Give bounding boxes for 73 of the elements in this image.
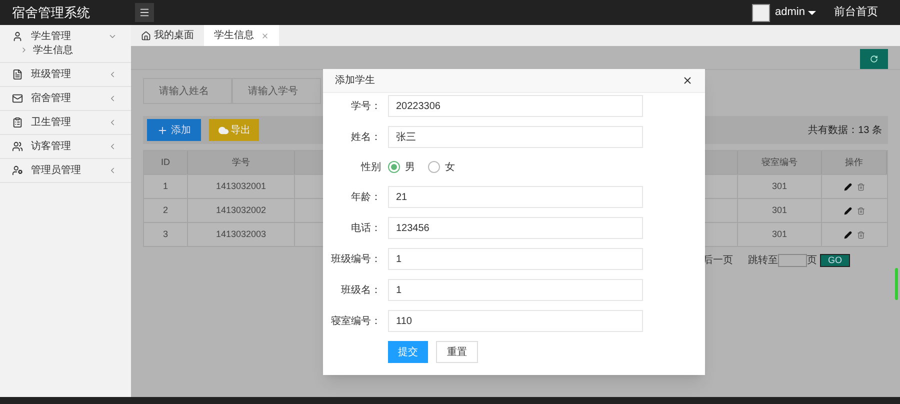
table-cell: 301 bbox=[738, 223, 822, 246]
field-label: 班级名： bbox=[340, 284, 381, 298]
sidebar-item[interactable]: 班级管理 bbox=[0, 63, 131, 86]
person-icon bbox=[12, 31, 23, 42]
input-field[interactable]: 110 bbox=[388, 310, 643, 332]
input-field[interactable]: 21 bbox=[388, 186, 643, 208]
table-cell: 1413032003 bbox=[188, 223, 295, 246]
chevron-left-icon bbox=[108, 118, 117, 127]
radio-option[interactable]: 女 bbox=[428, 160, 455, 174]
cloud-icon bbox=[218, 124, 228, 136]
sidebar-item[interactable]: 宿舍管理 bbox=[0, 87, 131, 110]
close-icon bbox=[261, 32, 269, 40]
clipboard-icon bbox=[12, 117, 23, 128]
field-label: 学号： bbox=[350, 100, 381, 114]
user-menu[interactable]: admin bbox=[775, 4, 816, 21]
search-field[interactable]: 请输入姓名 bbox=[143, 78, 232, 104]
menu-icon bbox=[139, 7, 150, 18]
go-button[interactable]: GO bbox=[820, 254, 850, 267]
edit-icon[interactable] bbox=[844, 206, 852, 214]
chevron-right-icon bbox=[20, 46, 28, 54]
reset-button[interactable]: 重置 bbox=[436, 341, 478, 363]
page-label: 页 bbox=[807, 254, 817, 268]
sidebar-item[interactable]: 管理员管理 bbox=[0, 159, 131, 182]
input-field[interactable]: 1 bbox=[388, 248, 643, 270]
jump-label: 跳转至 bbox=[748, 254, 778, 268]
menu-toggle-button[interactable] bbox=[135, 3, 154, 22]
chevron-down-icon bbox=[108, 32, 117, 41]
table-cell: 3 bbox=[144, 223, 188, 246]
refresh-icon bbox=[870, 54, 878, 62]
refresh-button[interactable] bbox=[860, 48, 888, 68]
avatar-icon bbox=[752, 4, 770, 22]
dialog-title: 添加学生 bbox=[335, 74, 376, 88]
person-icon bbox=[12, 165, 23, 176]
sidebar-subitem[interactable]: 学生信息 bbox=[0, 42, 131, 58]
home-icon bbox=[141, 30, 151, 40]
input-field[interactable]: 123456 bbox=[388, 217, 643, 239]
total-count: 共有数据：13 条 bbox=[808, 124, 882, 138]
trash-icon[interactable] bbox=[857, 182, 865, 190]
sidebar-item[interactable]: 访客管理 bbox=[0, 135, 131, 158]
radio-button[interactable] bbox=[388, 161, 400, 173]
caret-icon bbox=[808, 10, 816, 14]
field-label: 寝室编号： bbox=[330, 314, 381, 328]
envelope-icon bbox=[12, 93, 23, 104]
radio-option[interactable]: 男 bbox=[388, 160, 415, 174]
chevron-left-icon bbox=[108, 70, 117, 79]
document-icon bbox=[12, 69, 23, 80]
people-icon bbox=[12, 141, 23, 152]
app-title: 宿舍管理系统 bbox=[11, 4, 91, 22]
close-button[interactable] bbox=[682, 75, 693, 86]
field-label: 班级编号： bbox=[330, 252, 381, 266]
scrollbar-thumb bbox=[895, 268, 898, 300]
input-field[interactable]: 20223306 bbox=[388, 95, 643, 117]
plus-icon bbox=[157, 124, 168, 136]
field-label: 性别 bbox=[360, 160, 381, 174]
sidebar-item[interactable]: 卫生管理 bbox=[0, 111, 131, 134]
edit-icon[interactable] bbox=[844, 230, 852, 238]
radio-button[interactable] bbox=[428, 161, 440, 173]
frontpage-link[interactable]: 前台首页 bbox=[834, 4, 878, 21]
chevron-left-icon bbox=[108, 166, 117, 175]
chevron-left-icon bbox=[108, 142, 117, 151]
tab[interactable]: 学生信息 bbox=[204, 25, 279, 46]
field-label: 姓名： bbox=[350, 130, 381, 144]
trash-icon[interactable] bbox=[857, 230, 865, 238]
input-field[interactable]: 张三 bbox=[388, 126, 643, 148]
input-field[interactable]: 1 bbox=[388, 279, 643, 301]
edit-icon[interactable] bbox=[844, 182, 852, 190]
search-field[interactable]: 请输入学号 bbox=[232, 78, 321, 104]
add-button[interactable]: 添加 bbox=[147, 119, 201, 141]
trash-icon[interactable] bbox=[857, 206, 865, 214]
chevron-left-icon bbox=[108, 94, 117, 103]
page-input[interactable] bbox=[778, 254, 807, 267]
field-label: 年龄： bbox=[350, 190, 381, 204]
field-label: 电话： bbox=[350, 222, 381, 236]
